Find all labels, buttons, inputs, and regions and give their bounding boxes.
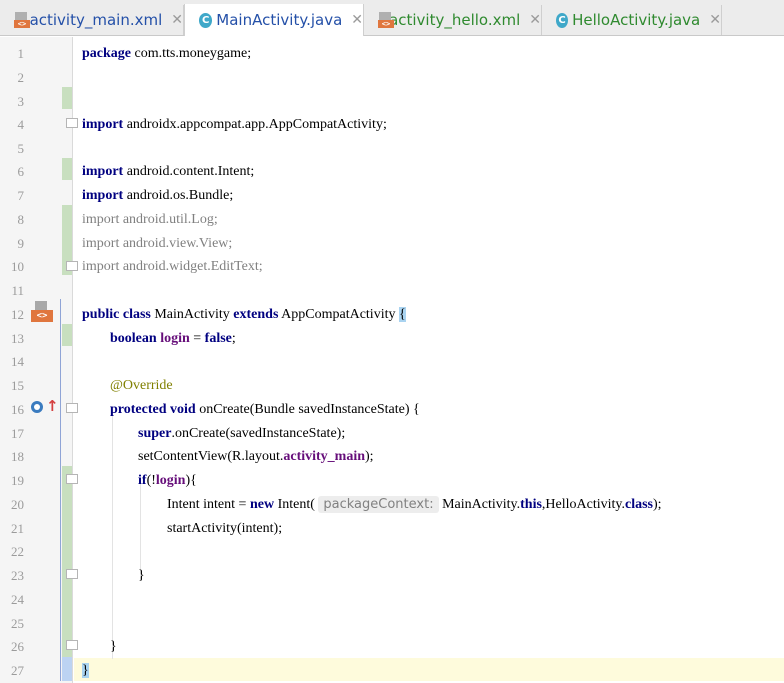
code-line: import android.content.Intent; [82,164,255,179]
scope-indicator [60,299,61,681]
line-number: 24 [11,592,24,607]
line-number: 6 [17,164,25,179]
fold-toggle-icon[interactable] [66,261,78,271]
code-line: if(!login){ [138,473,197,488]
line-number: 22 [11,544,24,559]
override-method-icon[interactable]: ↑ [31,398,59,416]
code-line: startActivity(intent); [167,521,283,536]
code-line: @Override [110,378,173,393]
line-number: 15 [11,378,24,393]
line-number: 13 [11,331,24,346]
code-line: } [110,639,117,654]
tab-activity-main-xml[interactable]: <> activity_main.xml ✕ [0,5,184,35]
line-number: 23 [11,568,24,583]
java-class-icon: C [199,12,213,28]
line-number: 9 [17,236,25,251]
line-number: 4 [17,117,25,132]
line-number: 14 [11,354,24,369]
line-number: 2 [17,70,25,85]
java-class-icon: C [556,12,569,28]
tab-main-activity-java[interactable]: C MainActivity.java ✕ [184,4,364,36]
code-line: protected void onCreate(Bundle savedInst… [110,402,420,417]
fold-toggle-icon[interactable] [66,640,78,650]
vcs-change-marker [62,324,72,346]
close-icon[interactable]: ✕ [529,12,541,28]
line-number: 1 [17,46,25,61]
unused-import-line: import android.view.View; [82,236,233,251]
xml-file-icon: <> [14,12,30,28]
code-line: public class MainActivity extends AppCom… [82,307,406,322]
code-editor[interactable]: 1 2 3 4 5 6 7 8 9 10 11 12 13 14 15 16 17 18 19 20 21 22 23 24 2… [0,37,784,683]
fold-toggle-icon[interactable] [66,403,78,413]
unused-import-line: import android.widget.EditText; [82,259,263,274]
tab-activity-hello-xml[interactable]: <> activity_hello.xml ✕ [364,5,542,35]
code-line: package com.tts.moneygame; [82,46,252,61]
line-number: 21 [11,521,24,536]
fold-toggle-icon[interactable] [66,474,78,484]
xml-file-icon: <> [378,12,394,28]
indent-guide [140,481,141,581]
line-number: 26 [11,639,24,654]
code-line: boolean login = false; [110,331,236,346]
vcs-change-marker [62,87,72,109]
line-number: 25 [11,616,24,631]
unused-import-line: import android.util.Log; [82,212,218,227]
line-number: 5 [17,141,25,156]
tab-hello-activity-java[interactable]: C HelloActivity.java ✕ [542,5,722,35]
line-number: 7 [17,188,25,203]
line-number: 27 [11,663,24,678]
tab-label: HelloActivity.java [572,11,701,29]
code-line: super.onCreate(savedInstanceState); [138,426,346,441]
vcs-modified-marker [62,657,72,681]
close-icon[interactable]: ✕ [709,12,721,28]
line-number: 12 [11,307,24,322]
indent-guide [112,409,113,659]
line-number: 18 [11,449,24,464]
tab-label: activity_main.xml [29,11,163,29]
tab-label: MainActivity.java [216,11,343,29]
line-number: 11 [11,283,24,298]
parameter-hint: packageContext: [318,496,439,513]
layout-file-icon[interactable]: <> [31,301,53,325]
code-line: setContentView(R.layout.activity_main); [138,449,374,464]
close-icon[interactable]: ✕ [171,12,183,28]
code-line: } [138,568,145,583]
code-line: import androidx.appcompat.app.AppCompatA… [82,117,387,132]
fold-toggle-icon[interactable] [66,118,78,128]
code-line: } [82,662,89,680]
code-line: Intent intent = new Intent( packageConte… [167,496,662,513]
vcs-change-marker [62,158,72,180]
line-number: 10 [11,259,24,274]
close-icon[interactable]: ✕ [351,12,363,28]
editor-tab-bar: <> activity_main.xml ✕ C MainActivity.ja… [0,0,784,36]
line-number: 17 [11,426,24,441]
current-line-highlight [74,658,784,681]
line-number: 3 [17,94,25,109]
code-line: import android.os.Bundle; [82,188,234,203]
tab-label: activity_hello.xml [389,11,521,29]
fold-toggle-icon[interactable] [66,569,78,579]
line-number: 8 [17,212,25,227]
matched-brace: { [398,307,406,322]
line-number: 16 [11,402,24,417]
matched-brace: } [82,663,89,678]
line-number: 19 [11,473,24,488]
line-number: 20 [11,497,24,512]
